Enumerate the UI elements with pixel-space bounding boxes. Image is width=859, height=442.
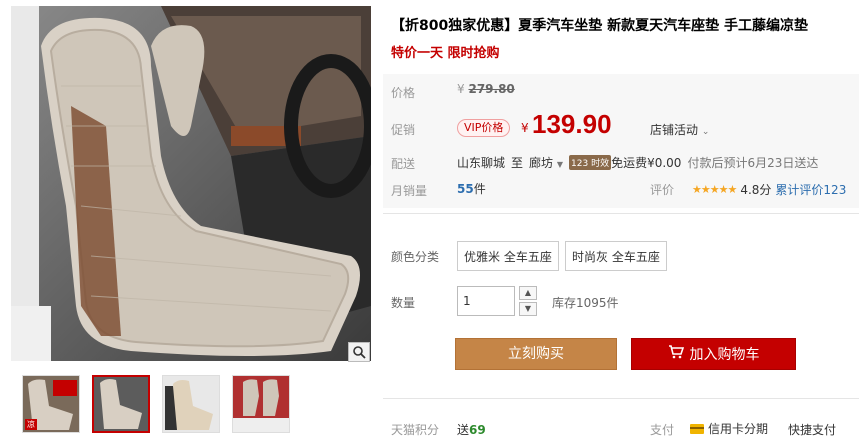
promo-label: 促销 xyxy=(391,123,416,137)
zoom-icon[interactable] xyxy=(348,342,370,362)
shop-activity-dropdown[interactable]: 店铺活动 ⌄ xyxy=(650,121,709,138)
stock-count: 库存1095件 xyxy=(552,296,619,310)
star-rating-icon: ★★★★★ xyxy=(692,183,737,196)
rating-score: 4.8分 xyxy=(740,183,772,197)
promo-price-currency: ¥ xyxy=(521,121,529,135)
color-option-gray[interactable]: 时尚灰 全车五座 xyxy=(565,241,667,271)
credit-installment-option[interactable]: 信用卡分期 xyxy=(690,420,768,437)
rating-summary: 评价 ★★★★★ 4.8分 累计评价123 xyxy=(650,181,846,198)
sales-unit: 件 xyxy=(473,182,486,196)
monthly-sales-label: 月销量 xyxy=(391,184,428,198)
chevron-down-icon: ⌄ xyxy=(701,127,710,137)
product-title: 【折800独家优惠】夏季汽车坐垫 新款夏天汽车座垫 手工藤编凉垫 xyxy=(391,18,808,34)
thumbnail-3[interactable] xyxy=(162,375,220,433)
quantity-label: 数量 xyxy=(391,296,416,310)
color-label: 颜色分类 xyxy=(391,250,440,264)
product-main-image[interactable] xyxy=(11,6,371,361)
quantity-increase-button[interactable]: ▲ xyxy=(519,286,537,300)
shipping-fee: 免运费¥0.00 xyxy=(611,156,682,170)
color-option-beige[interactable]: 优雅米 全车五座 xyxy=(457,241,559,271)
ship-to-city: 廊坊 xyxy=(529,156,554,170)
quick-pay-option[interactable]: 快捷支付 xyxy=(788,421,836,438)
promo-price: 139.90 xyxy=(532,109,612,139)
shipping-info: 山东聊城 至 廊坊 ▼ 123 时效 免运费¥0.00 付款后预计6月23日送达 xyxy=(457,154,818,171)
caret-up-icon: ▲ xyxy=(524,288,532,297)
review-count-link[interactable]: 累计评价123 xyxy=(775,181,846,198)
add-to-cart-button[interactable]: 加入购物车 xyxy=(631,338,796,370)
monthly-sales: 55件 xyxy=(457,180,486,197)
price-label: 价格 xyxy=(391,86,416,100)
credit-installment-label: 信用卡分期 xyxy=(708,422,769,436)
points-number: 69 xyxy=(469,423,486,437)
delivery-eta: 付款后预计6月23日送达 xyxy=(687,156,819,170)
credit-card-icon xyxy=(690,423,704,434)
thumbnail-badge: 凉 xyxy=(25,419,37,430)
original-price: ¥ 279.80 xyxy=(457,82,515,96)
vip-price-tag: VIP价格 xyxy=(457,119,511,137)
shipping-label: 配送 xyxy=(391,157,416,171)
caret-down-icon: ▼ xyxy=(556,160,564,169)
divider xyxy=(383,398,859,399)
points-label: 天猫积分 xyxy=(391,423,440,437)
caret-down-icon: ▼ xyxy=(524,304,532,313)
thumbnail-4[interactable] xyxy=(232,375,290,433)
points-prefix: 送 xyxy=(457,423,470,437)
sales-count: 55 xyxy=(457,182,474,196)
rating-label: 评价 xyxy=(650,183,675,197)
divider xyxy=(383,213,859,214)
thumbnail-gallery: 凉 xyxy=(22,375,290,433)
cart-icon xyxy=(668,345,684,363)
thumbnail-2[interactable] xyxy=(92,375,150,433)
payment-label: 支付 xyxy=(650,423,675,437)
ship-to-select[interactable]: 廊坊 ▼ xyxy=(529,154,563,171)
delivery-speed-badge: 123 时效 xyxy=(569,155,612,170)
quantity-input[interactable]: 1 xyxy=(457,286,515,316)
add-to-cart-label: 加入购物车 xyxy=(689,347,760,363)
thumbnail-1[interactable]: 凉 xyxy=(22,375,80,433)
quantity-decrease-button[interactable]: ▼ xyxy=(519,302,537,316)
original-price-value: 279.80 xyxy=(468,82,515,96)
points-value: 送69 xyxy=(457,421,486,438)
buy-now-button[interactable]: 立刻购买 xyxy=(455,338,617,370)
ship-from: 山东聊城 xyxy=(457,156,506,170)
original-price-currency: ¥ xyxy=(457,82,465,96)
product-subtitle: 特价一天 限时抢购 xyxy=(391,46,500,61)
shop-activity-label: 店铺活动 xyxy=(650,123,699,137)
ship-to-word: 至 xyxy=(511,156,524,170)
